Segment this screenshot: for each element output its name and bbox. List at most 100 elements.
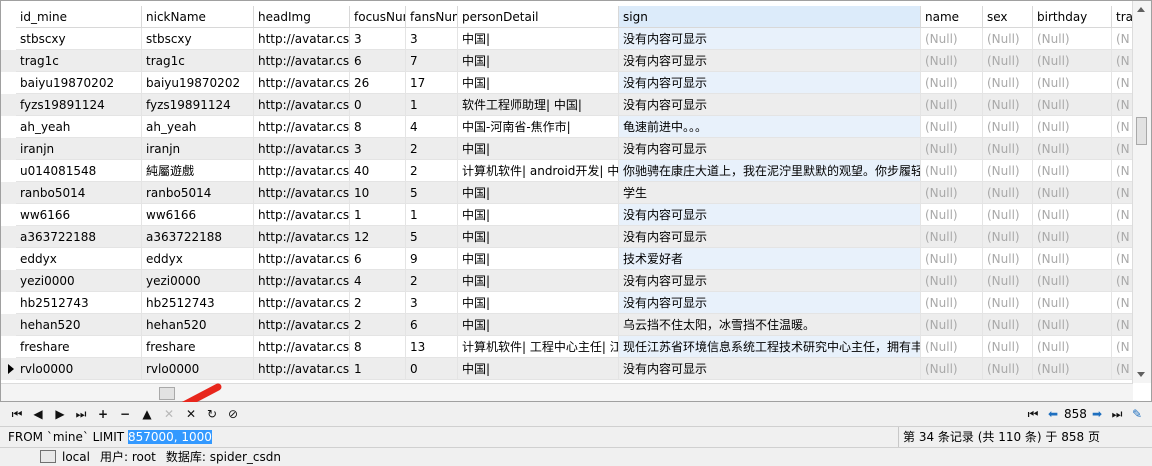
- table-cell[interactable]: ah_yeah: [142, 116, 254, 138]
- table-row[interactable]: a363722188 a363722188 http://avatar.csd 12 5…: [1, 226, 1142, 248]
- table-cell[interactable]: http://avatar.csd: [254, 336, 350, 358]
- table-cell[interactable]: (Null): [921, 160, 983, 182]
- table-cell[interactable]: baiyu19870202: [16, 72, 142, 94]
- table-cell[interactable]: (Null): [983, 116, 1033, 138]
- table-cell[interactable]: ww6166: [16, 204, 142, 226]
- table-cell[interactable]: iranjn: [142, 138, 254, 160]
- table-cell[interactable]: (Null): [983, 204, 1033, 226]
- table-cell[interactable]: (Null): [921, 204, 983, 226]
- table-cell[interactable]: 现任江苏省环境信息系统工程技术研究中心主任，拥有丰: [619, 336, 921, 358]
- table-cell[interactable]: 6: [350, 50, 406, 72]
- table-cell[interactable]: 中国|: [458, 182, 619, 204]
- column-header[interactable]: name: [921, 6, 983, 28]
- table-cell[interactable]: 8: [350, 116, 406, 138]
- table-cell[interactable]: http://avatar.csd: [254, 28, 350, 50]
- table-row[interactable]: ww6166 ww6166 http://avatar.csd 1 1 中国| 没有内容可显…: [1, 204, 1142, 226]
- column-header[interactable]: id_mine: [16, 6, 142, 28]
- table-cell[interactable]: (Null): [1033, 50, 1112, 72]
- sql-query-text[interactable]: FROM `mine` LIMIT 857000, 1000: [8, 430, 212, 444]
- table-row[interactable]: freshare freshare http://avatar.csd 8 13 计算机软…: [1, 336, 1142, 358]
- table-row[interactable]: trag1c trag1c http://avatar.csd 6 7 中国| 没有内容可显…: [1, 50, 1142, 72]
- discard-changes-icon[interactable]: ✕: [182, 405, 200, 423]
- table-row[interactable]: eddyx eddyx http://avatar.csd 6 9 中国| 技术爱好者 (Nu…: [1, 248, 1142, 270]
- table-cell[interactable]: 中国|: [458, 314, 619, 336]
- table-cell[interactable]: 计算机软件| 工程中心主任| 江: [458, 336, 619, 358]
- table-cell[interactable]: 0: [406, 358, 458, 380]
- last-record-icon[interactable]: ⏭: [72, 405, 90, 423]
- table-cell[interactable]: a363722188: [16, 226, 142, 248]
- table-cell[interactable]: 8: [350, 336, 406, 358]
- table-cell[interactable]: (Null): [921, 226, 983, 248]
- table-cell[interactable]: eddyx: [142, 248, 254, 270]
- table-cell[interactable]: (Null): [1033, 358, 1112, 380]
- table-cell[interactable]: 5: [406, 226, 458, 248]
- table-cell[interactable]: freshare: [16, 336, 142, 358]
- table-cell[interactable]: (Null): [983, 182, 1033, 204]
- table-cell[interactable]: (Null): [921, 292, 983, 314]
- table-cell[interactable]: 没有内容可显示: [619, 94, 921, 116]
- table-cell[interactable]: http://avatar.csd: [254, 138, 350, 160]
- table-cell[interactable]: 1: [406, 94, 458, 116]
- current-page-number[interactable]: 858: [1064, 405, 1087, 423]
- table-cell[interactable]: http://avatar.csd: [254, 116, 350, 138]
- table-row[interactable]: ranbo5014 ranbo5014 http://avatar.csd 10 5 中国…: [1, 182, 1142, 204]
- table-cell[interactable]: 中国|: [458, 358, 619, 380]
- vertical-scroll-thumb[interactable]: [1136, 117, 1147, 145]
- table-cell[interactable]: 12: [350, 226, 406, 248]
- previous-record-icon[interactable]: ◀: [29, 405, 47, 423]
- table-cell[interactable]: 软件工程师助理| 中国|: [458, 94, 619, 116]
- table-cell[interactable]: freshare: [142, 336, 254, 358]
- refresh-icon[interactable]: ↻: [203, 405, 221, 423]
- discard-changes-icon[interactable]: ✕: [160, 405, 178, 423]
- table-cell[interactable]: (Null): [983, 72, 1033, 94]
- table-cell[interactable]: (Null): [921, 116, 983, 138]
- next-page-icon[interactable]: ➡: [1088, 405, 1106, 423]
- column-header[interactable]: sign: [619, 6, 921, 28]
- table-cell[interactable]: 6: [406, 314, 458, 336]
- table-cell[interactable]: ww6166: [142, 204, 254, 226]
- table-cell[interactable]: (Null): [983, 226, 1033, 248]
- table-cell[interactable]: (Null): [921, 270, 983, 292]
- table-cell[interactable]: (Null): [983, 270, 1033, 292]
- table-cell[interactable]: http://avatar.csd: [254, 314, 350, 336]
- table-cell[interactable]: 没有内容可显示: [619, 204, 921, 226]
- table-cell[interactable]: 1: [406, 204, 458, 226]
- table-cell[interactable]: 4: [406, 116, 458, 138]
- column-header[interactable]: fansNum: [406, 6, 458, 28]
- table-cell[interactable]: 没有内容可显示: [619, 50, 921, 72]
- table-cell[interactable]: 乌云挡不住太阳，冰雪挡不住温暖。: [619, 314, 921, 336]
- table-cell[interactable]: 7: [406, 50, 458, 72]
- table-cell[interactable]: 中国|: [458, 226, 619, 248]
- table-cell[interactable]: (Null): [921, 138, 983, 160]
- table-cell[interactable]: (Null): [983, 292, 1033, 314]
- table-cell[interactable]: http://avatar.csd: [254, 94, 350, 116]
- table-cell[interactable]: http://avatar.csd: [254, 270, 350, 292]
- table-cell[interactable]: (Null): [983, 28, 1033, 50]
- table-cell[interactable]: (Null): [1033, 248, 1112, 270]
- table-cell[interactable]: 计算机软件| android开发| 中: [458, 160, 619, 182]
- table-cell[interactable]: 中国|: [458, 50, 619, 72]
- table-cell[interactable]: 2: [350, 292, 406, 314]
- table-cell[interactable]: (Null): [1033, 314, 1112, 336]
- table-cell[interactable]: (Null): [983, 248, 1033, 270]
- table-cell[interactable]: 17: [406, 72, 458, 94]
- table-row[interactable]: yezi0000 yezi0000 http://avatar.csd 4 2 中国| 没有…: [1, 270, 1142, 292]
- column-header[interactable]: focusNum: [350, 6, 406, 28]
- table-cell[interactable]: yezi0000: [16, 270, 142, 292]
- delete-record-icon[interactable]: −: [116, 405, 134, 423]
- table-cell[interactable]: (Null): [921, 358, 983, 380]
- table-cell[interactable]: (Null): [983, 336, 1033, 358]
- table-cell[interactable]: (Null): [1033, 292, 1112, 314]
- table-cell[interactable]: 5: [406, 182, 458, 204]
- table-cell[interactable]: 中国|: [458, 28, 619, 50]
- table-cell[interactable]: 13: [406, 336, 458, 358]
- table-cell[interactable]: 中国|: [458, 72, 619, 94]
- table-cell[interactable]: 1: [350, 358, 406, 380]
- table-row[interactable]: iranjn iranjn http://avatar.csd 3 2 中国| 没有内容可显…: [1, 138, 1142, 160]
- table-cell[interactable]: yezi0000: [142, 270, 254, 292]
- table-row[interactable]: u014081548 純屬遊戲 http://avatar.csd 40 2 计算机软件|…: [1, 160, 1142, 182]
- column-header[interactable]: nickName: [142, 6, 254, 28]
- table-cell[interactable]: trag1c: [142, 50, 254, 72]
- table-cell[interactable]: 你驰骋在康庄大道上，我在泥泞里默默的观望。你步履轻: [619, 160, 921, 182]
- table-cell[interactable]: 学生: [619, 182, 921, 204]
